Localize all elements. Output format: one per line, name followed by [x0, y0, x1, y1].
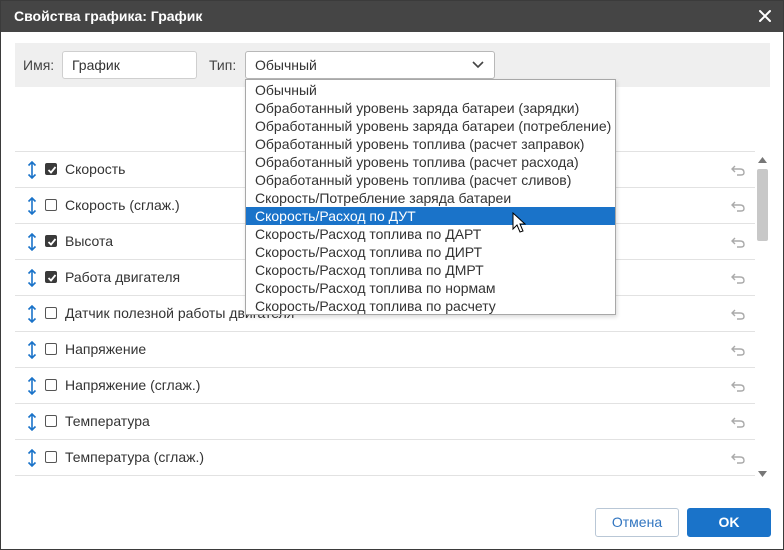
sensor-checkbox[interactable] — [45, 199, 57, 211]
undo-icon[interactable] — [731, 164, 745, 176]
name-label: Имя: — [23, 57, 55, 73]
sensor-label: Скорость (сглаж.) — [65, 197, 180, 213]
sensor-row: Температура — [15, 404, 755, 440]
sensor-label: Скорость — [65, 161, 126, 177]
sensor-row: Температура (сглаж.) — [15, 440, 755, 476]
sensor-label: Работа двигателя — [65, 269, 181, 285]
dialog-title: Свойства графика: График — [14, 8, 203, 24]
sensor-checkbox[interactable] — [45, 307, 57, 319]
type-option[interactable]: Скорость/Расход топлива по ДИРТ — [246, 243, 615, 261]
drag-handle-icon[interactable] — [27, 341, 37, 359]
drag-handle-icon[interactable] — [27, 377, 37, 395]
type-option[interactable]: Обработанный уровень заряда батареи (зар… — [246, 99, 615, 117]
type-dropdown-list: Обычный Обработанный уровень заряда батар… — [245, 79, 616, 315]
undo-icon[interactable] — [731, 308, 745, 320]
cancel-button[interactable]: Отмена — [595, 508, 679, 537]
list-scrollbar[interactable] — [755, 153, 770, 483]
sensor-row: Напряжение — [15, 332, 755, 368]
drag-handle-icon[interactable] — [27, 233, 37, 251]
ok-button[interactable]: OK — [687, 508, 771, 537]
undo-icon[interactable] — [731, 452, 745, 464]
dialog-titlebar: Свойства графика: График — [1, 1, 783, 32]
type-select[interactable]: Обычный — [245, 51, 495, 79]
type-label: Тип: — [209, 57, 237, 73]
sensor-row: Напряжение (сглаж.) — [15, 368, 755, 404]
sensor-checkbox[interactable] — [45, 163, 57, 175]
chart-properties-dialog: Свойства графика: График Имя: График Тип… — [0, 0, 784, 550]
sensor-checkbox[interactable] — [45, 451, 57, 463]
sensor-checkbox[interactable] — [45, 343, 57, 355]
sensor-checkbox[interactable] — [45, 379, 57, 391]
type-option[interactable]: Скорость/Расход топлива по нормам — [246, 279, 615, 297]
undo-icon[interactable] — [731, 200, 745, 212]
undo-icon[interactable] — [731, 416, 745, 428]
drag-handle-icon[interactable] — [27, 197, 37, 215]
sensor-label: Температура — [65, 413, 150, 429]
type-option[interactable]: Скорость/Потребление заряда батареи — [246, 189, 615, 207]
drag-handle-icon[interactable] — [27, 161, 37, 179]
type-option[interactable]: Обработанный уровень топлива (расчет сли… — [246, 171, 615, 189]
sensor-label: Температура (сглаж.) — [65, 449, 205, 465]
type-option[interactable]: Скорость/Расход по ДУТ — [246, 207, 615, 225]
sensor-checkbox[interactable] — [45, 271, 57, 283]
drag-handle-icon[interactable] — [27, 413, 37, 431]
drag-handle-icon[interactable] — [27, 449, 37, 467]
scroll-up-icon[interactable] — [758, 157, 767, 163]
drag-handle-icon[interactable] — [27, 305, 37, 323]
undo-icon[interactable] — [731, 236, 745, 248]
drag-handle-icon[interactable] — [27, 269, 37, 287]
type-select-value: Обычный — [255, 57, 317, 73]
sensor-label: Напряжение — [65, 341, 147, 357]
sensor-label: Напряжение (сглаж.) — [65, 377, 201, 393]
sensor-checkbox[interactable] — [45, 235, 57, 247]
chevron-down-icon — [472, 61, 484, 69]
scroll-down-icon[interactable] — [758, 471, 767, 477]
close-icon[interactable] — [755, 6, 775, 26]
sensor-checkbox[interactable] — [45, 415, 57, 427]
type-option[interactable]: Обычный — [246, 81, 615, 99]
type-option[interactable]: Обработанный уровень топлива (расчет зап… — [246, 135, 615, 153]
type-option[interactable]: Скорость/Расход топлива по расчету — [246, 297, 615, 315]
undo-icon[interactable] — [731, 380, 745, 392]
sensor-label: Высота — [65, 233, 114, 249]
undo-icon[interactable] — [731, 272, 745, 284]
mouse-cursor-icon — [512, 212, 526, 233]
name-input[interactable]: График — [62, 51, 197, 79]
type-option[interactable]: Скорость/Расход топлива по ДМРТ — [246, 261, 615, 279]
type-option[interactable]: Обработанный уровень заряда батареи (пот… — [246, 117, 615, 135]
type-option[interactable]: Скорость/Расход топлива по ДАРТ — [246, 225, 615, 243]
type-option[interactable]: Обработанный уровень топлива (расчет рас… — [246, 153, 615, 171]
scrollbar-thumb[interactable] — [757, 169, 768, 241]
undo-icon[interactable] — [731, 344, 745, 356]
